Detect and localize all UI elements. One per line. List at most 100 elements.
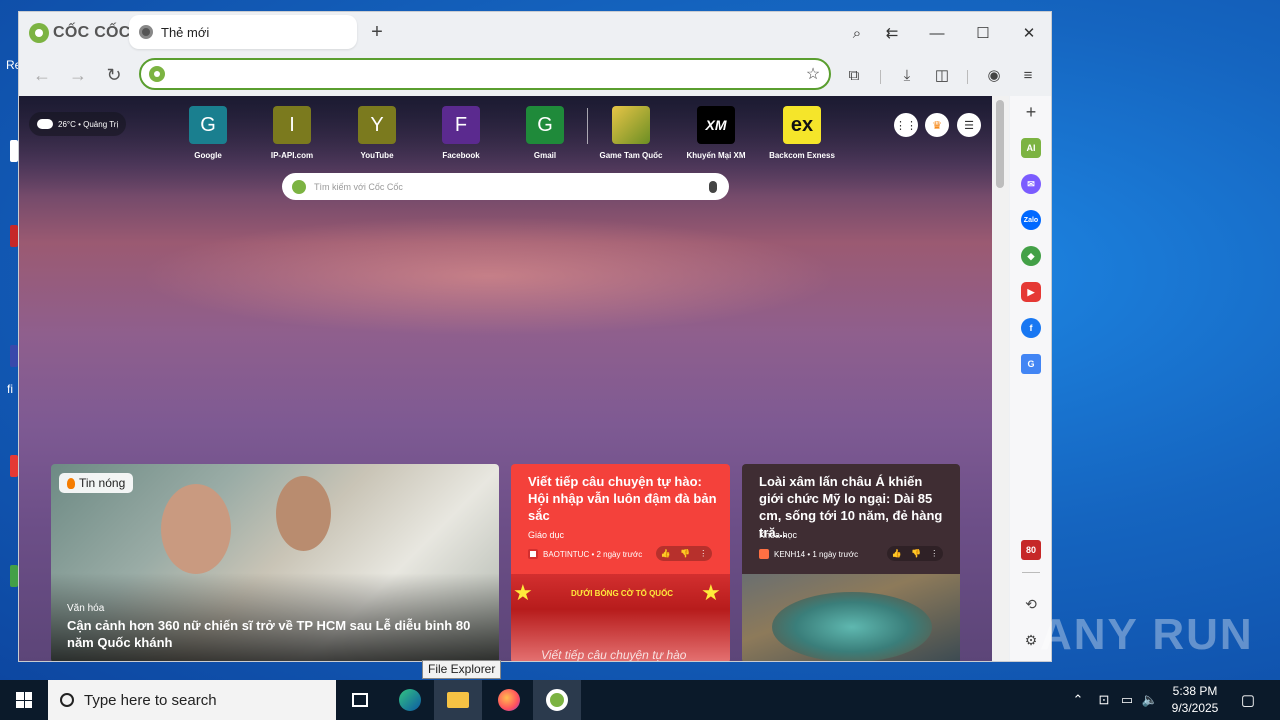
browser-window: CỐC CỐC Thẻ mới + ⌕ ⇇ — ☐ ✕ ← → ↻ ☆ ⧉ ⤓ … — [18, 11, 1052, 662]
file-explorer-icon[interactable] — [434, 680, 482, 720]
more-icon[interactable]: ⋮ — [930, 549, 938, 558]
shortcut-game-tam-quoc[interactable]: Game Tam Quốc — [591, 106, 671, 160]
news-image: ★ ★ DƯỚI BÓNG CỜ TỔ QUỐC Viết tiếp câu c… — [511, 574, 730, 661]
address-bar[interactable]: ☆ — [139, 58, 831, 90]
desktop-icon-label[interactable]: fi — [7, 382, 13, 396]
facebook-icon[interactable]: f — [1021, 318, 1041, 338]
notification-icon[interactable]: ▢ — [1236, 680, 1260, 720]
anniversary-80-icon[interactable]: 80 — [1021, 540, 1041, 560]
desktop-icon[interactable] — [10, 455, 18, 477]
tab-new-tab[interactable]: Thẻ mới — [129, 15, 357, 49]
shortcut-label: Backcom Exness — [769, 151, 835, 160]
shortcut-label: Game Tam Quốc — [599, 151, 663, 160]
toolbar: ← → ↻ ☆ ⧉ ⤓ ◫ ◉ ≡ — [19, 56, 1051, 94]
address-input[interactable] — [175, 63, 803, 85]
reload-icon[interactable]: ↻ — [101, 62, 127, 88]
shortcut-facebook[interactable]: F Facebook — [421, 106, 501, 160]
zalo-icon[interactable]: Zalo — [1021, 210, 1041, 230]
source-logo-icon — [759, 549, 769, 559]
coccoc-logo[interactable]: CỐC CỐC — [29, 22, 131, 44]
coccoc-logo-icon — [29, 23, 49, 43]
shortcut-backcom-exness[interactable]: ex Backcom Exness — [762, 106, 842, 160]
forward-icon[interactable]: → — [65, 62, 91, 88]
clock-date: 9/3/2025 — [1171, 701, 1219, 715]
screenshot-search-icon[interactable]: ⌕ — [845, 21, 869, 45]
game-controller-icon[interactable]: ◆ — [1021, 246, 1041, 266]
firefox-icon[interactable] — [485, 680, 533, 720]
extensions-icon[interactable]: ⧉ — [842, 63, 866, 87]
taskbar-search-box[interactable]: Type here to search — [48, 680, 336, 720]
newtab-search-box[interactable]: Tìm kiếm với Cốc Cốc — [282, 173, 729, 200]
close-icon[interactable]: ✕ — [1017, 21, 1041, 45]
messenger-icon[interactable]: ✉ — [1021, 174, 1041, 194]
tab-favicon-icon — [139, 25, 153, 39]
clock[interactable]: 5:38 PM 9/3/2025 — [1162, 683, 1228, 717]
edge-icon[interactable] — [386, 680, 434, 720]
scrollbar-thumb[interactable] — [996, 100, 1004, 188]
translate-icon[interactable]: G — [1021, 354, 1041, 374]
crown-icon[interactable]: ♛ — [925, 113, 949, 137]
news-source: BAOTINTUC • 2 ngày trước — [528, 549, 642, 559]
desktop-icon[interactable] — [10, 140, 18, 162]
menu-icon[interactable]: ≡ — [1016, 63, 1040, 87]
more-icon[interactable]: ⋮ — [699, 549, 707, 558]
coccoc-search-icon — [292, 179, 306, 194]
taskbar: Type here to search ⌃ ⊡ ▭ 🔈 5:38 PM 9/3/… — [0, 680, 1280, 720]
coccoc-search-icon — [149, 66, 165, 82]
minimize-icon[interactable]: — — [925, 21, 949, 45]
news-category: Văn hóa — [67, 603, 105, 614]
apps-grid-icon[interactable]: ⋮⋮ — [894, 113, 918, 137]
bookmark-star-icon[interactable]: ☆ — [803, 64, 823, 84]
brand-name: CỐC CỐC — [53, 24, 131, 41]
like-icon[interactable]: 👍 — [892, 549, 902, 558]
youtube-icon[interactable]: ▶ — [1021, 282, 1041, 302]
new-tab-plus-icon[interactable]: + — [367, 22, 387, 42]
desktop-icon[interactable] — [10, 345, 18, 367]
shortcut-gmail[interactable]: G Gmail — [505, 106, 585, 160]
like-icon[interactable]: 👍 — [661, 549, 671, 558]
download-icon[interactable]: ⤓ — [895, 63, 919, 87]
back-icon[interactable]: ← — [29, 62, 55, 88]
microphone-icon[interactable] — [709, 180, 717, 193]
news-title[interactable]: Viết tiếp câu chuyện tự hào: Hội nhập vẫ… — [528, 473, 718, 524]
weather-text: 26°C • Quảng Trị — [58, 119, 119, 129]
add-icon[interactable]: + — [1021, 102, 1041, 122]
weather-widget[interactable]: 26°C • Quảng Trị — [29, 112, 127, 136]
shortcut-google[interactable]: G Google — [168, 106, 248, 160]
ai-icon[interactable]: AI — [1021, 138, 1041, 158]
split-view-icon[interactable]: ◫ — [930, 63, 954, 87]
history-icon[interactable]: ⟲ — [1021, 594, 1041, 614]
volume-icon[interactable]: 🔈 — [1140, 680, 1160, 720]
profile-icon[interactable]: ◉ — [982, 63, 1006, 87]
dislike-icon[interactable]: 👎 — [911, 549, 921, 558]
news-actions: 👍 👎 ⋮ — [656, 546, 712, 561]
dislike-icon[interactable]: 👎 — [680, 549, 690, 558]
shortcut-icon: I — [273, 106, 311, 144]
news-card[interactable]: Loài xâm lấn châu Á khiến giới chức Mỹ l… — [742, 464, 960, 661]
news-category: Giáo dục — [528, 530, 565, 540]
shortcut-icon: G — [189, 106, 227, 144]
desktop-icon[interactable] — [10, 565, 18, 587]
news-card-main[interactable]: Tin nóng Văn hóa Cận cảnh hơn 360 nữ chi… — [51, 464, 499, 661]
maximize-icon[interactable]: ☐ — [971, 21, 995, 45]
chevron-up-icon[interactable]: ⌃ — [1068, 680, 1088, 720]
network-icon[interactable]: ▭ — [1117, 680, 1137, 720]
shortcut-youtube[interactable]: Y YouTube — [337, 106, 417, 160]
customize-icon[interactable]: ☰ — [957, 113, 981, 137]
task-view-icon[interactable] — [336, 680, 384, 720]
desktop-icon[interactable] — [10, 225, 18, 247]
start-button[interactable] — [0, 680, 48, 720]
cloud-icon — [37, 119, 53, 129]
scrollbar[interactable] — [992, 96, 1009, 661]
news-source-text: KENH14 • 1 ngày trước — [774, 549, 859, 559]
news-title[interactable]: Cận cảnh hơn 360 nữ chiến sĩ trở về TP H… — [67, 617, 477, 651]
shortcut-khuyen-mai-xm[interactable]: XM Khuyến Mại XM — [676, 106, 756, 160]
network-device-icon[interactable]: ⊡ — [1094, 680, 1114, 720]
shortcut-divider — [587, 108, 588, 144]
tab-list-icon[interactable]: ⇇ — [880, 21, 904, 45]
settings-gear-icon[interactable]: ⚙ — [1021, 630, 1041, 650]
news-card[interactable]: Viết tiếp câu chuyện tự hào: Hội nhập vẫ… — [511, 464, 730, 661]
toolbar-divider — [880, 70, 881, 84]
coccoc-taskbar-icon[interactable] — [533, 680, 581, 720]
shortcut-ip-api[interactable]: I IP-API.com — [252, 106, 332, 160]
